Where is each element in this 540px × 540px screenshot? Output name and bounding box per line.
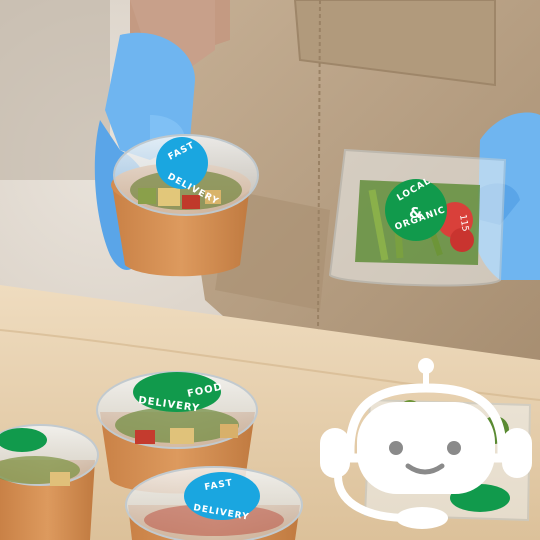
bowl-bottom-left — [0, 424, 99, 540]
food-delivery-photo: FAST DELIVERY LOCAL & ORGANIC 115 FOOD D… — [0, 0, 540, 540]
background-shelf — [0, 0, 110, 180]
photo-canvas: FAST DELIVERY LOCAL & ORGANIC 115 FOOD D… — [0, 0, 540, 540]
